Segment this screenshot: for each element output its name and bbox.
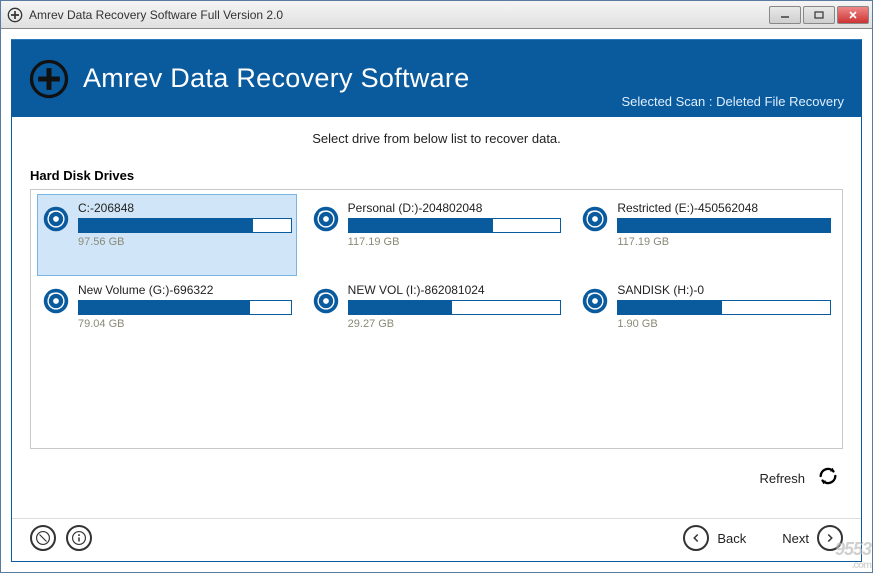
drive-name: NEW VOL (I:)-862081024 <box>348 283 562 297</box>
close-button[interactable] <box>837 6 869 24</box>
nav-footer-right: Back Next <box>683 525 843 551</box>
drive-info: SANDISK (H:)-0 1.90 GB <box>617 283 831 330</box>
info-button[interactable] <box>66 525 92 551</box>
app-header: Amrev Data Recovery Software Selected Sc… <box>11 39 862 117</box>
nav-footer-left <box>30 525 92 551</box>
refresh-icon <box>817 465 839 487</box>
nav-footer: Back Next <box>12 518 861 561</box>
drive-item[interactable]: SANDISK (H:)-0 1.90 GB <box>576 276 836 358</box>
drive-item[interactable]: NEW VOL (I:)-862081024 29.27 GB <box>307 276 567 358</box>
titlebar: Amrev Data Recovery Software Full Versio… <box>1 1 872 29</box>
drive-size: 117.19 GB <box>348 236 562 248</box>
drive-name: New Volume (G:)-696322 <box>78 283 292 297</box>
drive-info: Personal (D:)-204802048 117.19 GB <box>348 201 562 248</box>
drive-info: Restricted (E:)-450562048 117.19 GB <box>617 201 831 248</box>
disc-icon <box>581 287 609 315</box>
drive-info: NEW VOL (I:)-862081024 29.27 GB <box>348 283 562 330</box>
back-button[interactable] <box>683 525 709 551</box>
drive-item[interactable]: Restricted (E:)-450562048 117.19 GB <box>576 194 836 276</box>
disc-icon <box>42 205 70 233</box>
drive-item[interactable]: New Volume (G:)-696322 79.04 GB <box>37 276 297 358</box>
drive-info: New Volume (G:)-696322 79.04 GB <box>78 283 292 330</box>
usage-bar-fill <box>79 301 250 314</box>
instruction-text: Select drive from below list to recover … <box>12 131 861 146</box>
stop-icon <box>36 531 50 545</box>
usage-bar <box>617 300 831 315</box>
next-button[interactable] <box>817 525 843 551</box>
drive-size: 117.19 GB <box>617 236 831 248</box>
drive-name: SANDISK (H:)-0 <box>617 283 831 297</box>
drive-name: Personal (D:)-204802048 <box>348 201 562 215</box>
main-content: Select drive from below list to recover … <box>11 117 862 562</box>
selected-scan-label: Selected Scan : Deleted File Recovery <box>621 94 844 109</box>
header-title: Amrev Data Recovery Software <box>83 63 470 94</box>
info-icon <box>72 531 86 545</box>
app-icon <box>7 7 23 23</box>
usage-bar <box>78 300 292 315</box>
usage-bar <box>617 218 831 233</box>
drive-size: 29.27 GB <box>348 318 562 330</box>
arrow-left-icon <box>689 531 703 545</box>
arrow-right-icon <box>823 531 837 545</box>
minimize-button[interactable] <box>769 6 801 24</box>
stop-button[interactable] <box>30 525 56 551</box>
usage-bar-fill <box>349 219 493 232</box>
drive-item[interactable]: Personal (D:)-204802048 117.19 GB <box>307 194 567 276</box>
window-controls <box>769 6 869 24</box>
usage-bar <box>348 218 562 233</box>
usage-bar-fill <box>79 219 253 232</box>
drive-size: 79.04 GB <box>78 318 292 330</box>
refresh-row: Refresh <box>12 465 839 492</box>
next-label: Next <box>782 531 809 546</box>
disc-icon <box>42 287 70 315</box>
usage-bar <box>78 218 292 233</box>
titlebar-text: Amrev Data Recovery Software Full Versio… <box>29 8 769 22</box>
drive-item[interactable]: C:-206848 97.56 GB <box>37 194 297 276</box>
header-logo-icon <box>29 59 69 99</box>
drive-name: C:-206848 <box>78 201 292 215</box>
drive-size: 97.56 GB <box>78 236 292 248</box>
usage-bar-fill <box>349 301 453 314</box>
drive-info: C:-206848 97.56 GB <box>78 201 292 248</box>
disc-icon <box>312 287 340 315</box>
refresh-label: Refresh <box>759 471 805 486</box>
refresh-button[interactable] <box>817 465 839 492</box>
disc-icon <box>581 205 609 233</box>
disc-icon <box>312 205 340 233</box>
maximize-button[interactable] <box>803 6 835 24</box>
maximize-icon <box>814 11 824 19</box>
app-window: Amrev Data Recovery Software Full Versio… <box>0 0 873 573</box>
back-label: Back <box>717 531 746 546</box>
usage-bar-fill <box>618 219 830 232</box>
drive-name: Restricted (E:)-450562048 <box>617 201 831 215</box>
drive-size: 1.90 GB <box>617 318 831 330</box>
drives-list: C:-206848 97.56 GB Personal (D:)-204802048… <box>30 189 843 449</box>
usage-bar-fill <box>618 301 722 314</box>
close-icon <box>848 11 858 19</box>
drives-section-label: Hard Disk Drives <box>30 168 861 183</box>
minimize-icon <box>780 11 790 19</box>
usage-bar <box>348 300 562 315</box>
